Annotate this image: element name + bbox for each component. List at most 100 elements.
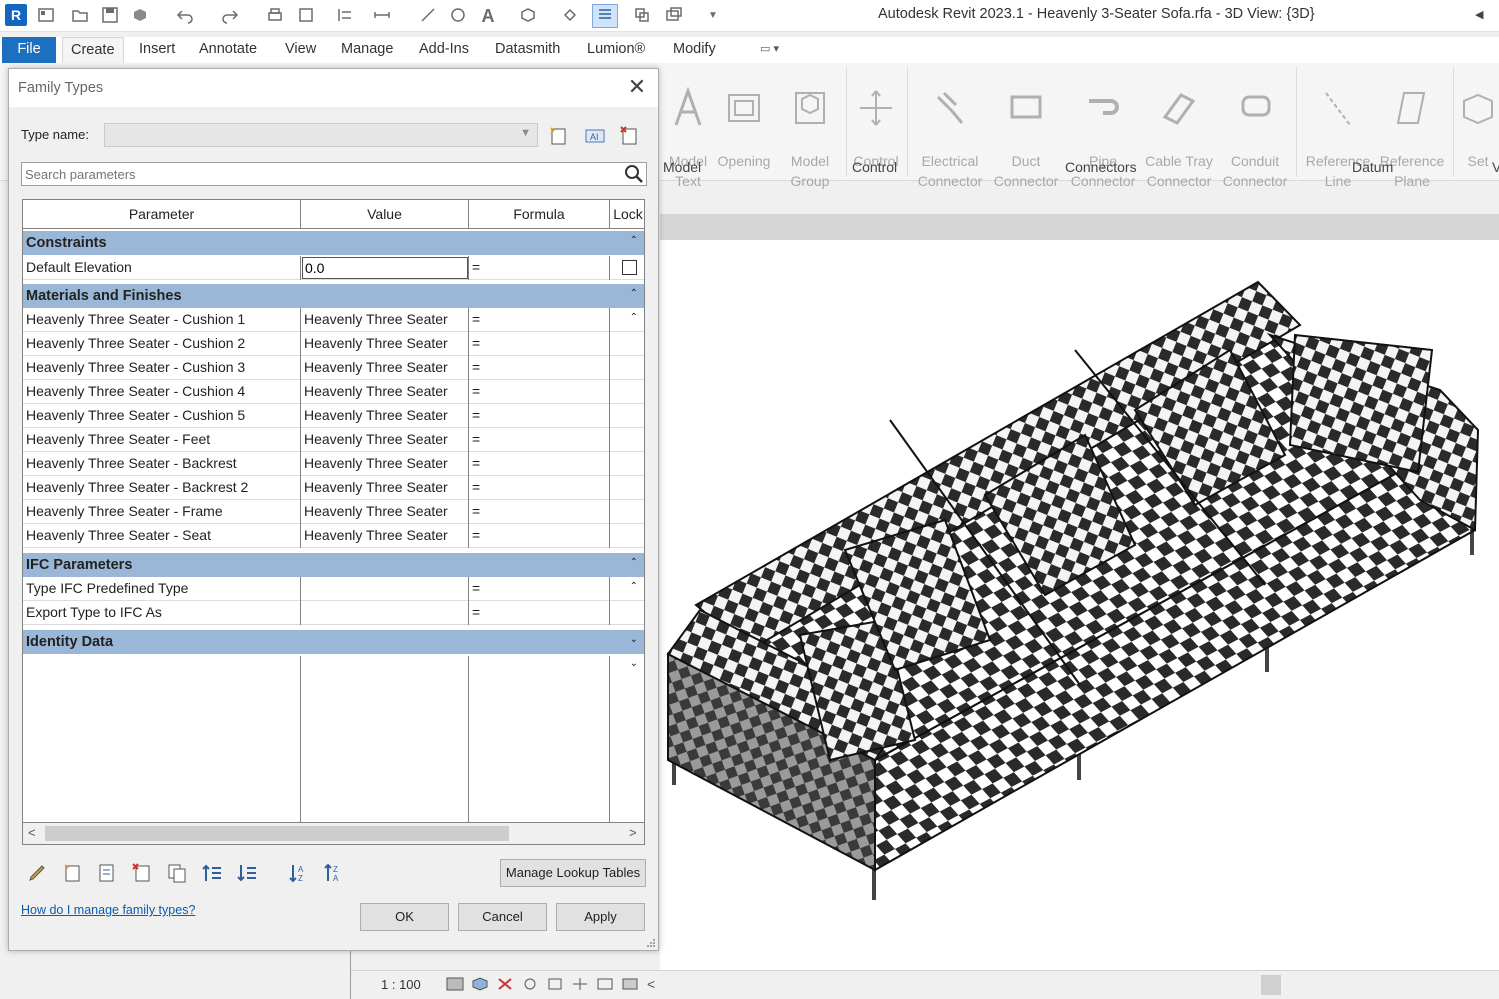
section-icon[interactable]: [560, 6, 580, 26]
switch-windows-icon[interactable]: [664, 6, 684, 26]
detail-level-icon[interactable]: [446, 976, 464, 992]
table-row[interactable]: Heavenly Three Seater - Cushion 3 Heaven…: [23, 356, 644, 380]
table-row[interactable]: Heavenly Three Seater - Backrest 2 Heave…: [23, 476, 644, 500]
cable-tray-connector-button[interactable]: Cable Tray Connector: [1140, 67, 1218, 191]
print-icon[interactable]: [265, 6, 285, 26]
print-setup-icon[interactable]: [296, 6, 316, 26]
horizontal-scrollbar[interactable]: < >: [22, 823, 645, 845]
group-materials-and-finishes[interactable]: Materials and Finishes ⌃ ⌃: [23, 284, 644, 323]
tab-add-ins[interactable]: Add-Ins: [411, 37, 477, 63]
temporary-hide-icon[interactable]: [621, 976, 639, 992]
parameter-formula[interactable]: =: [469, 524, 610, 548]
dimension-icon[interactable]: [418, 6, 438, 26]
parameter-formula[interactable]: =: [469, 500, 610, 524]
group-ifc-parameters[interactable]: IFC Parameters ⌃ ⌃: [23, 553, 644, 592]
parameter-formula[interactable]: =: [469, 256, 610, 280]
cancel-button[interactable]: Cancel: [458, 903, 547, 931]
parameter-value[interactable]: Heavenly Three Seater: [301, 524, 469, 548]
home-icon[interactable]: [36, 6, 56, 26]
table-row[interactable]: Export Type to IFC As =: [23, 601, 644, 625]
parameter-value[interactable]: Heavenly Three Seater: [301, 500, 469, 524]
ok-button[interactable]: OK: [360, 903, 449, 931]
conduit-connector-button[interactable]: Conduit Connector: [1218, 67, 1292, 191]
table-row[interactable]: Heavenly Three Seater - Cushion 2 Heaven…: [23, 332, 644, 356]
search-parameters-field[interactable]: [21, 162, 647, 186]
tab-lumion[interactable]: Lumion®: [579, 37, 653, 63]
table-row[interactable]: Heavenly Three Seater - Backrest Heavenl…: [23, 452, 644, 476]
parameter-value[interactable]: Heavenly Three Seater: [301, 476, 469, 500]
search-input[interactable]: [25, 165, 615, 183]
show-crop-region-icon[interactable]: [596, 976, 614, 992]
render-icon[interactable]: [546, 976, 564, 992]
table-row[interactable]: Default Elevation =: [23, 256, 644, 280]
ribbon-options-dropdown-icon[interactable]: ▭ ▾: [752, 37, 787, 63]
default-3d-view-icon[interactable]: [518, 6, 538, 26]
table-row[interactable]: Heavenly Three Seater - Cushion 1 Heaven…: [23, 308, 644, 332]
sofa-3d-model[interactable]: [660, 240, 1499, 970]
customize-qat-dropdown-icon[interactable]: ▼: [703, 6, 723, 26]
parameter-formula[interactable]: =: [469, 428, 610, 452]
tab-datasmith[interactable]: Datasmith: [487, 37, 568, 63]
parameter-formula[interactable]: =: [469, 308, 610, 332]
open-icon[interactable]: [70, 6, 90, 26]
chevron-left-icon[interactable]: <: [647, 976, 665, 992]
sort-descending-icon[interactable]: ZA: [321, 861, 345, 885]
parameter-value[interactable]: Heavenly Three Seater: [301, 428, 469, 452]
opening-button[interactable]: Opening: [712, 67, 776, 171]
delete-parameter-icon[interactable]: [130, 861, 154, 885]
parameter-value[interactable]: Heavenly Three Seater: [301, 356, 469, 380]
edit-shared-parameter-icon[interactable]: [95, 861, 119, 885]
tab-create[interactable]: Create: [62, 37, 124, 63]
group-identity-data[interactable]: Identity Data ⌄ ⌄: [23, 630, 644, 669]
parameter-formula[interactable]: =: [469, 332, 610, 356]
parameter-formula[interactable]: =: [469, 380, 610, 404]
tab-manage[interactable]: Manage: [333, 37, 401, 63]
table-row[interactable]: Heavenly Three Seater - Frame Heavenly T…: [23, 500, 644, 524]
tab-modify[interactable]: Modify: [665, 37, 724, 63]
view-scrollbar-thumb[interactable]: [1261, 975, 1281, 995]
parameter-formula[interactable]: =: [469, 577, 610, 601]
chevron-down-icon[interactable]: ⌄ ⌄: [630, 628, 638, 676]
save-icon[interactable]: [100, 6, 120, 26]
parameter-value[interactable]: Heavenly Three Seater: [301, 308, 469, 332]
resize-grip-icon[interactable]: [646, 938, 656, 948]
view-scale[interactable]: 1 : 100: [381, 977, 421, 992]
tab-file[interactable]: File: [2, 37, 56, 63]
parameter-value[interactable]: [301, 601, 469, 625]
default-elevation-input[interactable]: [302, 257, 468, 279]
sync-icon[interactable]: [130, 6, 150, 26]
set-work-plane-button[interactable]: Set: [1458, 67, 1498, 171]
column-header-parameter[interactable]: Parameter: [23, 200, 301, 229]
parameter-value[interactable]: Heavenly Three Seater: [301, 404, 469, 428]
table-row[interactable]: Heavenly Three Seater - Feet Heavenly Th…: [23, 428, 644, 452]
measure-icon[interactable]: [372, 6, 392, 26]
scrollbar-thumb[interactable]: [45, 826, 509, 841]
manage-lookup-tables-button[interactable]: Manage Lookup Tables: [500, 859, 646, 887]
control-button[interactable]: Control: [848, 67, 904, 171]
tab-insert[interactable]: Insert: [131, 37, 183, 63]
rename-type-icon[interactable]: AI: [583, 124, 607, 148]
model-group-button[interactable]: Model Group: [782, 67, 838, 191]
parameter-formula[interactable]: =: [469, 601, 610, 625]
parameter-formula[interactable]: =: [469, 356, 610, 380]
parameter-value[interactable]: [301, 577, 469, 601]
duct-connector-button[interactable]: Duct Connector: [989, 67, 1063, 191]
align-icon[interactable]: [335, 6, 355, 26]
parameter-value[interactable]: Heavenly Three Seater: [301, 380, 469, 404]
table-row[interactable]: Heavenly Three Seater - Cushion 4 Heaven…: [23, 380, 644, 404]
edit-parameter-icon[interactable]: [25, 861, 49, 885]
lock-checkbox[interactable]: [622, 260, 637, 275]
text-icon[interactable]: A: [478, 6, 498, 26]
tab-view[interactable]: View: [277, 37, 324, 63]
revit-logo-icon[interactable]: R: [5, 4, 27, 26]
help-link[interactable]: How do I manage family types?: [21, 903, 195, 917]
move-down-icon[interactable]: [235, 861, 259, 885]
new-type-icon[interactable]: [547, 124, 571, 148]
parameter-formula[interactable]: =: [469, 404, 610, 428]
redo-icon[interactable]: [220, 6, 240, 26]
chevron-left-icon[interactable]: ◀: [1475, 8, 1483, 21]
apply-button[interactable]: Apply: [556, 903, 645, 931]
column-header-formula[interactable]: Formula: [469, 200, 610, 229]
close-icon[interactable]: ✕: [624, 75, 650, 101]
table-row[interactable]: Type IFC Predefined Type =: [23, 577, 644, 601]
